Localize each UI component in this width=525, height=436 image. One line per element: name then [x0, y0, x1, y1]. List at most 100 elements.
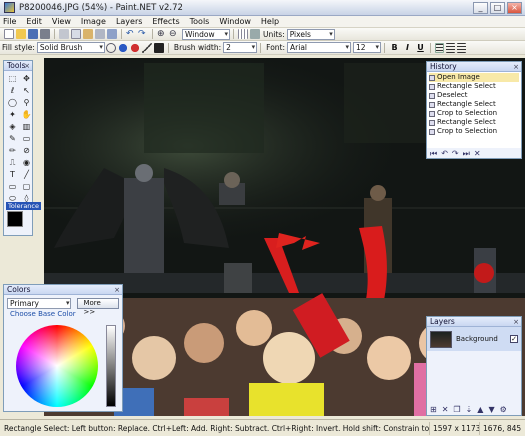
units-select[interactable]: Pixels — [286, 28, 335, 40]
shape-fill-icon[interactable] — [153, 42, 164, 53]
history-item[interactable]: Crop to Selection — [429, 109, 519, 118]
rewind-icon[interactable]: ⏮ — [430, 149, 437, 159]
colors-palette-header[interactable]: Colors × — [4, 285, 122, 295]
save-icon[interactable] — [28, 29, 38, 39]
menu-effects[interactable]: Effects — [152, 17, 179, 26]
move-layer-up-icon[interactable]: ▲ — [477, 405, 483, 414]
recolor-icon[interactable]: ◉ — [20, 157, 33, 168]
close-button[interactable]: × — [507, 1, 522, 14]
move-selection-icon[interactable]: ✥ — [20, 73, 33, 84]
more-button[interactable]: More >> — [77, 298, 119, 316]
antialias-icon[interactable] — [105, 42, 116, 53]
blend-normal-icon[interactable] — [117, 42, 128, 53]
layer-visible-checkbox[interactable]: ✓ — [510, 335, 518, 343]
fill-style-select[interactable]: Solid Brush — [36, 42, 105, 53]
undo-icon[interactable]: ↶ — [441, 149, 448, 158]
line-curve-icon[interactable]: ╱ — [20, 169, 33, 180]
close-icon[interactable]: × — [513, 317, 519, 327]
duplicate-layer-icon[interactable]: ❐ — [453, 405, 460, 414]
history-item[interactable]: Open Image — [429, 73, 519, 82]
rectangle-select-icon[interactable]: ⬚ — [6, 73, 19, 84]
title-bar[interactable]: P8200046.JPG (54%) - Paint.NET v2.72 _ □… — [0, 0, 525, 16]
line-icon[interactable] — [141, 42, 152, 53]
bold-button[interactable]: B — [389, 43, 400, 52]
rectangle-icon[interactable]: ▭ — [6, 181, 19, 192]
zoom-in-icon[interactable]: ⊕ — [157, 29, 167, 39]
grid-icon[interactable] — [238, 29, 248, 39]
maximize-button[interactable]: □ — [490, 1, 505, 14]
merge-layer-icon[interactable]: ⇣ — [466, 405, 473, 414]
ellipse-select-icon[interactable]: ◯ — [6, 97, 19, 108]
crop-icon[interactable] — [95, 29, 105, 39]
eraser-icon[interactable]: ▭ — [20, 133, 33, 144]
color-mode-select[interactable]: Primary — [7, 298, 72, 309]
history-item[interactable]: Rectangle Select — [429, 82, 519, 91]
menu-edit[interactable]: Edit — [26, 17, 42, 26]
menu-file[interactable]: File — [3, 17, 16, 26]
layer-row[interactable]: Background ✓ — [427, 327, 521, 351]
blend-overwrite-icon[interactable] — [129, 42, 140, 53]
align-left-icon[interactable] — [435, 42, 445, 53]
delete-layer-icon[interactable]: ✕ — [442, 405, 449, 414]
text-icon[interactable]: T — [6, 169, 19, 180]
close-icon[interactable]: × — [114, 285, 120, 295]
redo-icon[interactable]: ↷ — [452, 149, 459, 158]
underline-button[interactable]: U — [415, 43, 426, 52]
zoom-icon[interactable]: ⚲ — [20, 97, 33, 108]
font-select[interactable]: Arial — [287, 42, 352, 53]
redo-icon[interactable]: ↷ — [138, 29, 148, 39]
move-layer-down-icon[interactable]: ▼ — [488, 405, 494, 414]
history-palette-header[interactable]: History × — [427, 62, 521, 72]
magic-wand-icon[interactable]: ✦ — [6, 109, 19, 120]
move-selected-icon[interactable]: ↖ — [20, 85, 33, 96]
color-wheel[interactable] — [16, 325, 98, 407]
primary-color-swatch[interactable] — [7, 211, 23, 227]
menu-tools[interactable]: Tools — [190, 17, 210, 26]
menu-image[interactable]: Image — [81, 17, 106, 26]
copy-icon[interactable] — [71, 29, 81, 39]
font-size-select[interactable]: 12 — [353, 42, 382, 53]
rulers-icon[interactable] — [250, 29, 260, 39]
clone-stamp-icon[interactable]: ⎍ — [6, 157, 19, 168]
zoom-select[interactable]: Window — [182, 28, 230, 40]
layers-palette-header[interactable]: Layers × — [427, 317, 521, 327]
lasso-select-icon[interactable]: ℓ — [6, 85, 19, 96]
history-item[interactable]: Crop to Selection — [429, 127, 519, 136]
undo-icon[interactable]: ↶ — [126, 29, 136, 39]
menu-layers[interactable]: Layers — [116, 17, 142, 26]
italic-button[interactable]: I — [402, 43, 413, 52]
history-item[interactable]: Rectangle Select — [429, 118, 519, 127]
menu-help[interactable]: Help — [261, 17, 279, 26]
deselect-icon[interactable] — [107, 29, 117, 39]
close-icon[interactable]: × — [24, 61, 30, 71]
menu-view[interactable]: View — [52, 17, 71, 26]
minimize-button[interactable]: _ — [473, 1, 488, 14]
align-center-icon[interactable] — [446, 42, 456, 53]
brush-width-select[interactable]: 2 — [223, 42, 258, 53]
close-icon[interactable]: × — [513, 62, 519, 72]
cut-icon[interactable] — [59, 29, 69, 39]
value-slider[interactable] — [106, 325, 116, 407]
gradient-icon[interactable]: ▥ — [20, 121, 33, 132]
choose-base-color-link[interactable]: Choose Base Color — [4, 310, 122, 318]
paintbrush-icon[interactable]: ✎ — [6, 133, 19, 144]
pan-icon[interactable]: ✋ — [20, 109, 33, 120]
delete-icon[interactable]: ✕ — [474, 149, 481, 158]
rounded-rectangle-icon[interactable]: ▢ — [20, 181, 33, 192]
history-item[interactable]: Deselect — [429, 91, 519, 100]
paste-icon[interactable] — [83, 29, 93, 39]
color-picker-icon[interactable]: ⊘ — [20, 145, 33, 156]
zoom-out-icon[interactable]: ⊖ — [169, 29, 179, 39]
add-layer-icon[interactable]: ⊞ — [430, 405, 437, 414]
paint-bucket-icon[interactable]: ◈ — [6, 121, 19, 132]
history-item[interactable]: Rectangle Select — [429, 100, 519, 109]
align-right-icon[interactable] — [457, 42, 467, 53]
print-icon[interactable] — [40, 29, 50, 39]
menu-window[interactable]: Window — [219, 17, 251, 26]
new-icon[interactable] — [4, 29, 14, 39]
layer-properties-icon[interactable]: ⚙ — [500, 405, 507, 414]
tools-palette-header[interactable]: Tools × — [4, 61, 32, 71]
pencil-icon[interactable]: ✏ — [6, 145, 19, 156]
fast-forward-icon[interactable]: ⏭ — [463, 149, 470, 159]
open-icon[interactable] — [16, 29, 26, 39]
